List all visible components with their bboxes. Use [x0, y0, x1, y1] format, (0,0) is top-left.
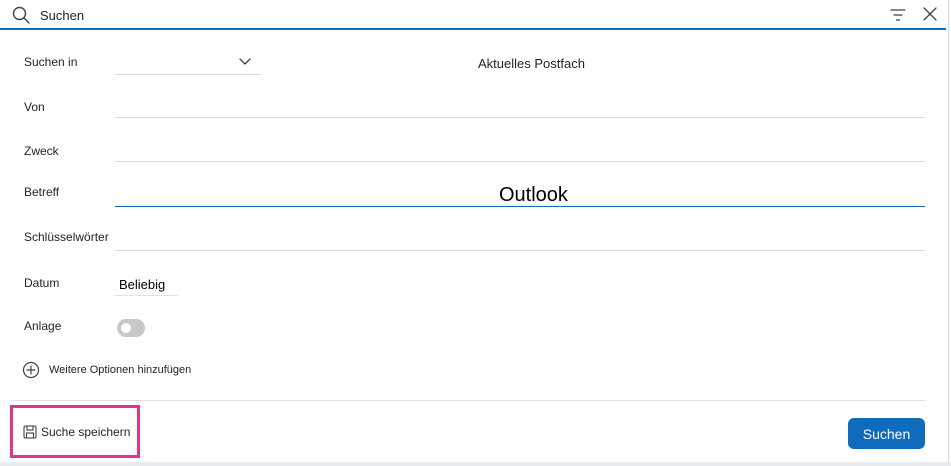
search-panel: Suchen in Aktuelles Postfach Von Zweck B…	[0, 0, 949, 466]
toggle-knob	[121, 323, 131, 333]
subject-overlay-text: Outlook	[499, 184, 568, 206]
search-in-dropdown[interactable]	[115, 48, 261, 75]
search-bar	[0, 0, 946, 30]
plus-circle-icon	[22, 361, 40, 379]
search-input[interactable]	[40, 4, 860, 26]
subject-label: Betreff	[24, 185, 60, 199]
add-options-label: Weitere Optionen hinzufügen	[49, 364, 192, 376]
window-bottom-edge	[0, 462, 951, 466]
from-label: Von	[24, 100, 45, 114]
keywords-label: Schlüsselwörter	[24, 230, 109, 244]
filter-icon[interactable]	[890, 7, 906, 23]
add-options-button[interactable]: Weitere Optionen hinzufügen	[22, 360, 191, 380]
to-label: Zweck	[24, 144, 59, 158]
search-button[interactable]: Suchen	[848, 418, 925, 449]
footer-divider	[12, 400, 925, 401]
attachment-toggle[interactable]	[117, 319, 145, 337]
save-icon	[23, 425, 37, 439]
from-field[interactable]	[115, 90, 925, 118]
keywords-field[interactable]	[115, 223, 925, 251]
chevron-down-icon	[239, 58, 251, 65]
search-in-label: Suchen in	[24, 55, 78, 69]
save-search-label: Suche speichern	[41, 425, 131, 439]
date-dropdown[interactable]: Beliebig	[115, 272, 179, 296]
date-label: Datum	[24, 276, 60, 290]
search-icon	[12, 6, 30, 24]
save-search-button[interactable]: Suche speichern	[23, 425, 130, 439]
to-field[interactable]	[115, 134, 925, 162]
current-mailbox-text: Aktuelles Postfach	[478, 56, 585, 71]
attachment-label: Anlage	[24, 319, 62, 333]
close-icon[interactable]	[923, 7, 937, 21]
